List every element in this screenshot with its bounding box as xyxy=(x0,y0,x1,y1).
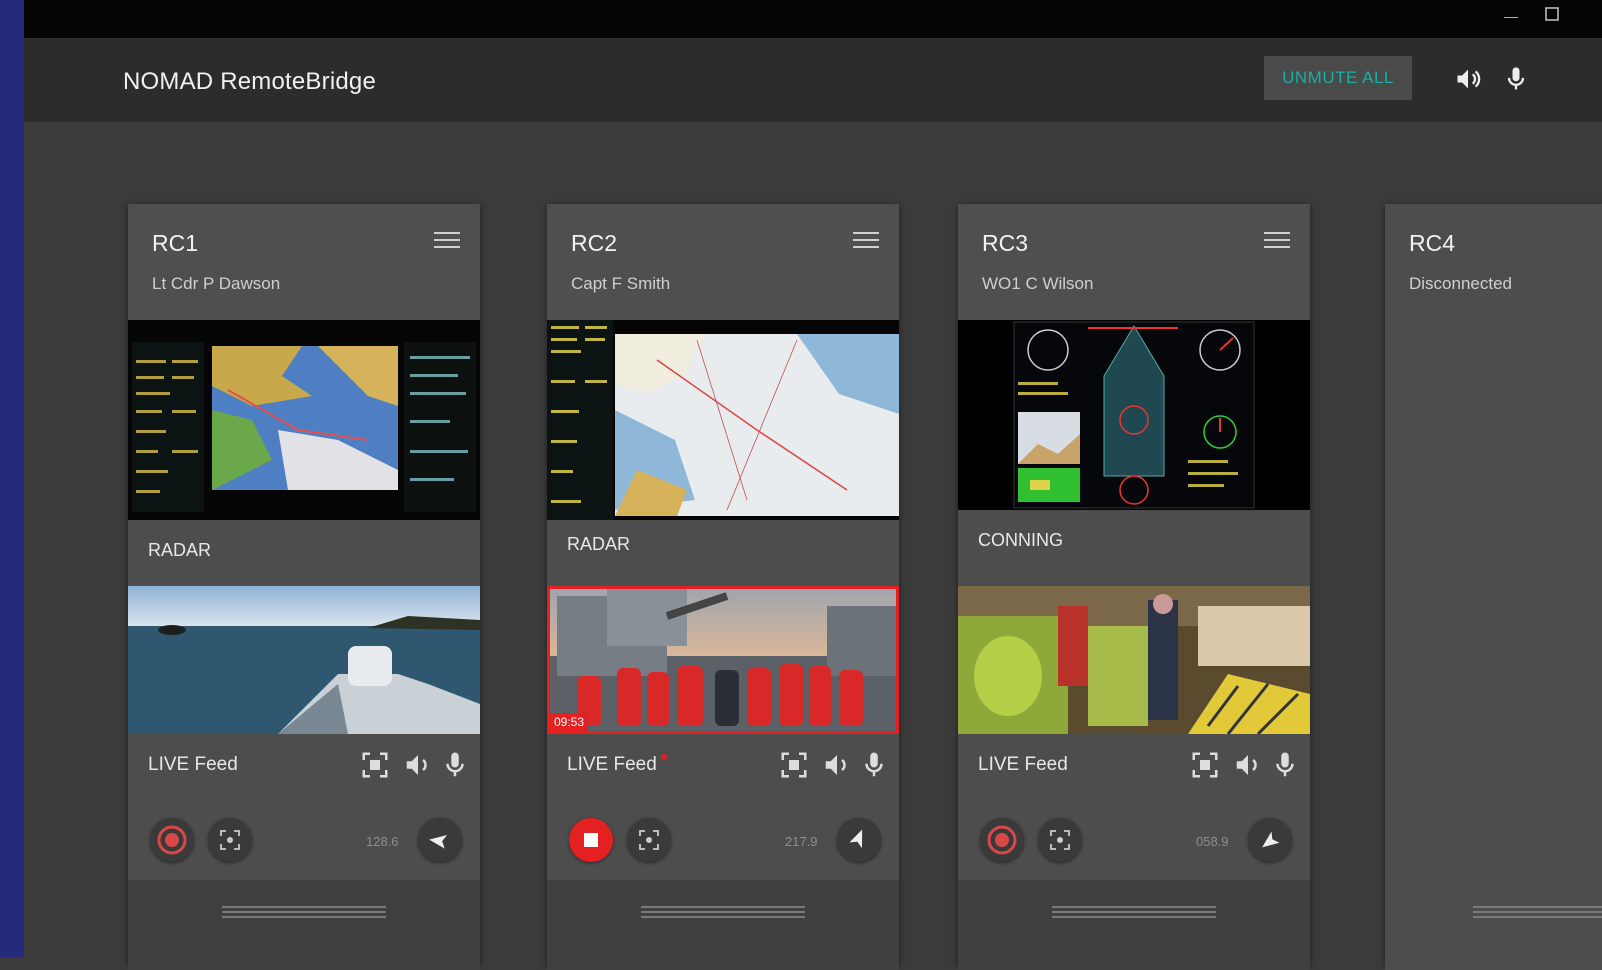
record-button[interactable] xyxy=(150,818,194,862)
station-card-rc3: RC3 WO1 C Wilson CONNING LIVE Feed 058.9 xyxy=(958,204,1310,970)
control-row: 058.9 xyxy=(958,804,1310,880)
microphone-icon[interactable] xyxy=(859,750,889,780)
minimize-icon[interactable]: — xyxy=(1504,8,1518,24)
feed-label: LIVE Feed xyxy=(978,754,1068,775)
card-header: RC3 WO1 C Wilson xyxy=(958,204,1310,320)
station-user: Disconnected xyxy=(1409,274,1513,293)
drag-handle[interactable] xyxy=(222,906,386,920)
feed-row: LIVE Feed xyxy=(547,734,899,804)
station-card-rc4: RC4 Disconnected xyxy=(1385,204,1602,970)
feed-row: LIVE Feed xyxy=(128,734,480,804)
conning-screen-thumbnail[interactable] xyxy=(958,320,1310,510)
radar-screen-thumbnail[interactable] xyxy=(547,320,899,520)
card-header: RC1 Lt Cdr P Dawson xyxy=(128,204,480,320)
live-camera-feed[interactable] xyxy=(128,586,480,734)
control-row: 217.9 xyxy=(547,804,899,880)
screenshot-button[interactable] xyxy=(208,818,252,862)
maximize-icon[interactable] xyxy=(1544,6,1560,25)
recording-timer: 09:53 xyxy=(550,713,589,731)
feed-row: LIVE Feed xyxy=(958,734,1310,804)
station-user: Lt Cdr P Dawson xyxy=(152,274,281,293)
station-user: WO1 C Wilson xyxy=(982,274,1094,293)
menu-icon[interactable] xyxy=(853,232,879,252)
microphone-icon[interactable] xyxy=(1270,750,1300,780)
radar-screen-thumbnail[interactable] xyxy=(128,320,480,520)
menu-icon[interactable] xyxy=(434,232,460,252)
microphone-icon[interactable] xyxy=(440,750,470,780)
window-titlebar: — xyxy=(24,0,1602,38)
heading-arrow-button[interactable] xyxy=(1248,818,1292,862)
heading-value: 128.6 xyxy=(366,834,399,849)
record-button[interactable] xyxy=(980,818,1024,862)
feed-label: LIVE Feed xyxy=(148,754,238,775)
control-row: 128.6 xyxy=(128,804,480,880)
fullscreen-icon[interactable] xyxy=(779,750,809,780)
source-label: CONNING xyxy=(978,530,1063,550)
speaker-icon[interactable] xyxy=(822,750,852,780)
source-label: RADAR xyxy=(567,534,631,554)
station-name: RC3 xyxy=(982,230,1029,256)
speaker-icon[interactable] xyxy=(1233,750,1263,780)
live-indicator xyxy=(661,754,667,760)
fullscreen-icon[interactable] xyxy=(360,750,390,780)
microphone-icon[interactable] xyxy=(1502,65,1530,93)
live-camera-feed[interactable]: 09:53 xyxy=(547,586,899,734)
card-header: RC4 Disconnected xyxy=(1385,204,1602,320)
left-edge-strip xyxy=(0,0,24,957)
station-name: RC4 xyxy=(1409,230,1456,256)
heading-arrow-button[interactable] xyxy=(418,818,462,862)
app-header: NOMAD RemoteBridge UNMUTE ALL xyxy=(24,38,1602,122)
card-header: RC2 Capt F Smith xyxy=(547,204,899,320)
menu-icon[interactable] xyxy=(1264,232,1290,252)
fullscreen-icon[interactable] xyxy=(1190,750,1220,780)
station-user: Capt F Smith xyxy=(571,274,671,293)
station-name: RC2 xyxy=(571,230,618,256)
drag-handle[interactable] xyxy=(1473,906,1602,920)
station-name: RC1 xyxy=(152,230,199,256)
feed-label: LIVE Feed xyxy=(567,754,657,775)
heading-value: 217.9 xyxy=(785,834,818,849)
drag-handle[interactable] xyxy=(1052,906,1216,920)
unmute-all-button[interactable]: UNMUTE ALL xyxy=(1264,56,1412,100)
heading-value: 058.9 xyxy=(1196,834,1229,849)
live-camera-feed[interactable] xyxy=(958,586,1310,734)
heading-arrow-button[interactable] xyxy=(837,818,881,862)
source-label: RADAR xyxy=(148,540,212,560)
drag-handle[interactable] xyxy=(641,906,805,920)
screenshot-button[interactable] xyxy=(627,818,671,862)
speaker-icon[interactable] xyxy=(1454,65,1482,93)
screenshot-button[interactable] xyxy=(1038,818,1082,862)
station-card-rc2: RC2 Capt F Smith RADAR 09:53 LIVE Feed 2… xyxy=(547,204,899,970)
station-card-rc1: RC1 Lt Cdr P Dawson RADAR LIVE Feed 128.… xyxy=(128,204,480,970)
app-title: NOMAD RemoteBridge xyxy=(123,68,377,95)
speaker-icon[interactable] xyxy=(403,750,433,780)
stop-recording-button[interactable] xyxy=(569,818,613,862)
